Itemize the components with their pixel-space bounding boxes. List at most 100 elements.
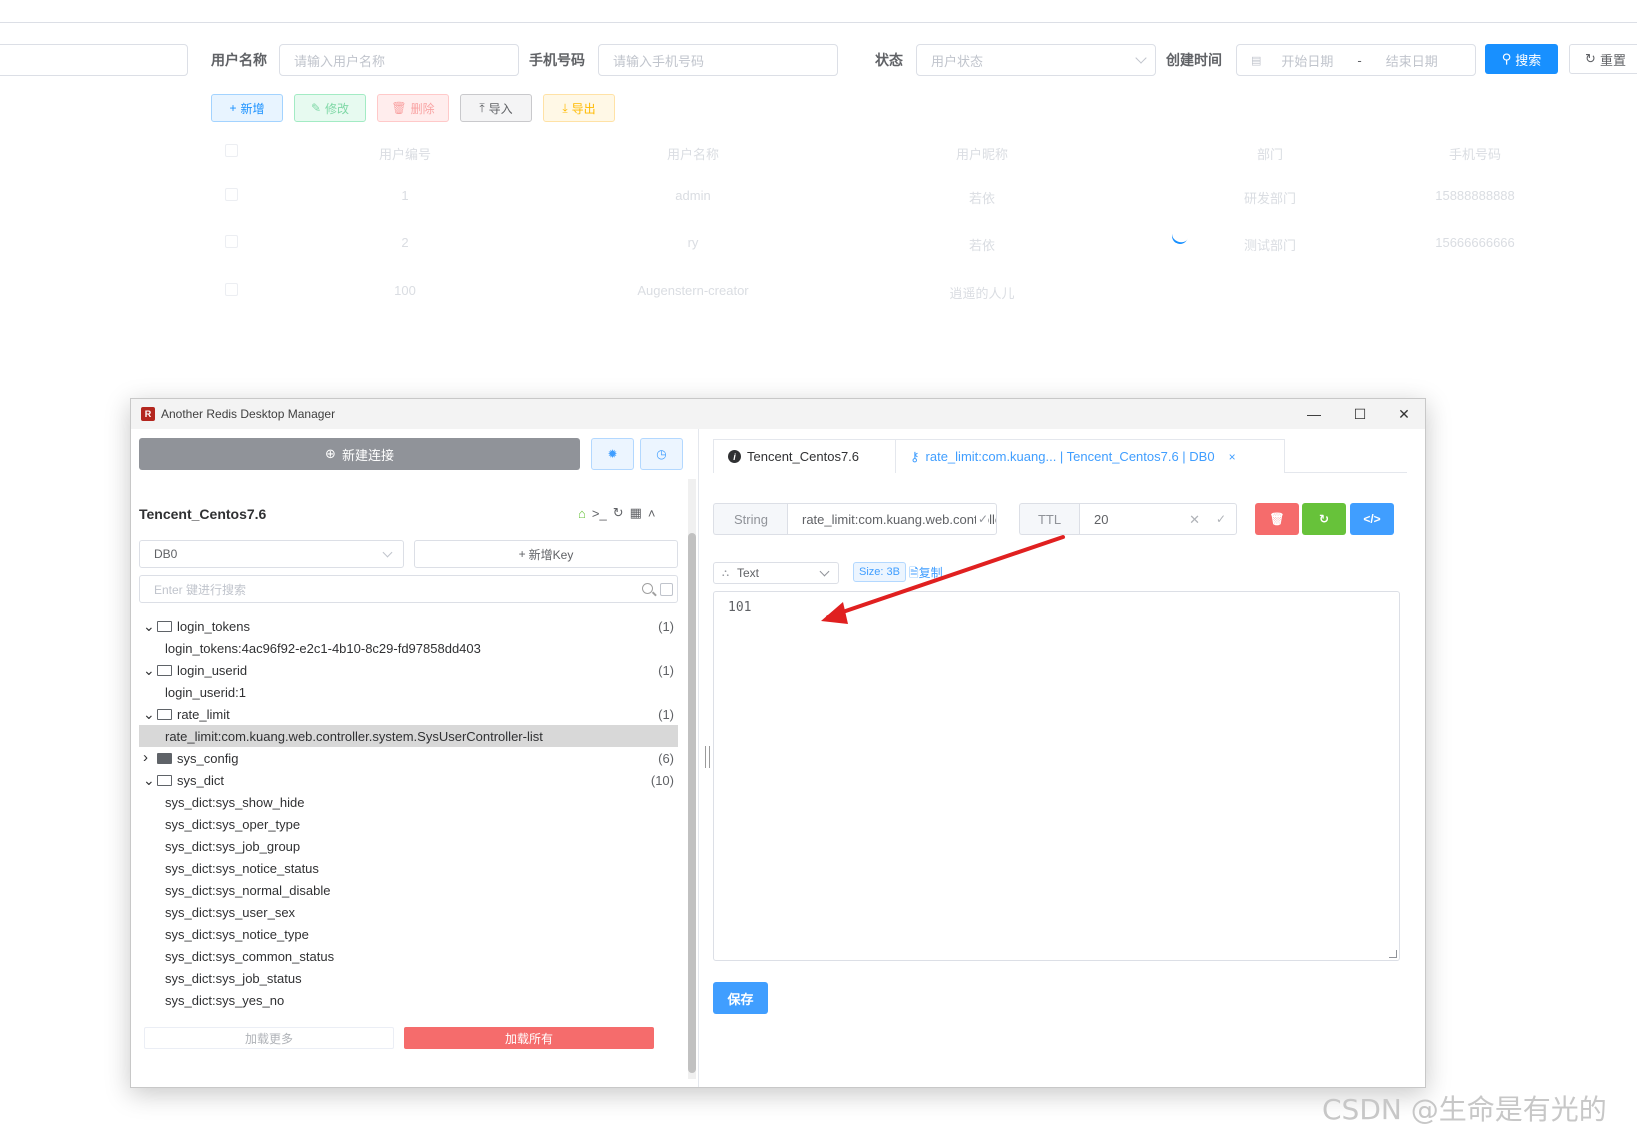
edit-button[interactable]: ✎ 修改	[294, 94, 366, 122]
tab-key-detail[interactable]: ⚷ rate_limit:com.kuang... | Tencent_Cent…	[895, 439, 1285, 473]
tree-key[interactable]: rate_limit:com.kuang.web.controller.syst…	[139, 725, 678, 747]
status-select[interactable]: 用户状态	[916, 44, 1156, 76]
title-bar[interactable]: R Another Redis Desktop Manager — ☐ ✕	[131, 399, 1425, 429]
save-button[interactable]: 保存	[713, 982, 768, 1014]
date-start-placeholder: 开始日期	[1281, 53, 1334, 69]
status-label-wrap: 状态	[875, 44, 903, 76]
dump-command-button[interactable]: </>	[1350, 503, 1394, 535]
trash-icon: 🗑	[1269, 512, 1285, 526]
row-checkbox[interactable]	[225, 235, 238, 248]
row-checkbox[interactable]	[225, 188, 238, 201]
row-checkbox[interactable]	[225, 283, 238, 296]
tree-key[interactable]: sys_dict:sys_notice_status	[139, 857, 678, 879]
folder-icon	[157, 752, 172, 764]
check-icon[interactable]: ✓	[975, 512, 988, 526]
tree-key[interactable]: sys_dict:sys_yes_no	[139, 989, 678, 1011]
add-button[interactable]: + 新增	[211, 94, 283, 122]
leading-input[interactable]	[0, 44, 188, 76]
watermark: CSDN @生命是有光的	[1322, 1093, 1607, 1126]
select-all-checkbox[interactable]	[225, 144, 238, 157]
chevron-right-icon[interactable]: ›	[143, 750, 155, 765]
chevron-down-icon[interactable]: ⌄	[143, 619, 155, 633]
resize-grip-icon[interactable]	[1389, 950, 1397, 958]
home-icon[interactable]: ⌂	[578, 506, 586, 521]
document-icon: 🗎	[909, 566, 919, 580]
scrollbar-thumb[interactable]	[688, 533, 696, 1073]
left-scrollbar[interactable]	[688, 479, 696, 1079]
tree-label: sys_dict:sys_job_group	[165, 838, 301, 854]
status-label: 状态	[875, 52, 903, 68]
tree-key[interactable]: login_tokens:4ac96f92-e2c1-4b10-8c29-fd9…	[139, 637, 678, 659]
app-logo-icon: R	[141, 407, 155, 421]
tree-key[interactable]: sys_dict:sys_common_status	[139, 945, 678, 967]
chevron-down-icon[interactable]: ⌄	[143, 663, 155, 677]
new-connection-label: 新建连接	[341, 447, 394, 463]
key-name-input[interactable]: rate_limit:com.kuang.web.controller.syst…	[787, 503, 997, 535]
tree-folder[interactable]: ⌄ sys_dict (10)	[139, 769, 678, 791]
check-icon[interactable]: ✓	[1216, 512, 1226, 526]
tree-folder[interactable]: ⌄ login_tokens (1)	[139, 615, 678, 637]
tab-connection-info[interactable]: i Tencent_Centos7.6	[713, 439, 896, 473]
tree-folder[interactable]: › sys_config (6)	[139, 747, 678, 769]
close-icon[interactable]: ✕	[1381, 399, 1425, 429]
tree-label: sys_dict:sys_notice_status	[165, 860, 319, 876]
terminal-icon[interactable]: >_	[592, 506, 607, 521]
tree-key[interactable]: login_userid:1	[139, 681, 678, 703]
tree-label: sys_dict:sys_common_status	[165, 948, 335, 964]
history-button[interactable]: ◷	[640, 438, 683, 470]
add-key-button[interactable]: + 新增Key	[414, 540, 678, 568]
clear-icon[interactable]: ✕	[1189, 512, 1200, 528]
close-icon[interactable]: ×	[1229, 450, 1236, 464]
minimize-icon[interactable]: —	[1291, 399, 1337, 429]
date-range-picker[interactable]: ▤ 开始日期 - 结束日期	[1236, 44, 1476, 76]
ttl-badge: TTL	[1019, 503, 1079, 535]
load-more-button[interactable]: 加载更多	[144, 1027, 394, 1049]
reset-button[interactable]: ↻ 重置	[1569, 44, 1637, 74]
delete-key-button[interactable]: 🗑	[1255, 503, 1299, 535]
chevron-down-icon[interactable]: ⌄	[143, 773, 155, 787]
phone-input[interactable]: 请输入手机号码	[598, 44, 838, 76]
format-select[interactable]: ⛬ Text	[713, 562, 839, 584]
maximize-icon[interactable]: ☐	[1337, 399, 1383, 429]
tree-key[interactable]: sys_dict:sys_show_hide	[139, 791, 678, 813]
tree-folder[interactable]: ⌄ login_userid (1)	[139, 659, 678, 681]
refresh-icon[interactable]: ↻	[613, 505, 624, 521]
phone-label-wrap: 手机号码	[529, 44, 585, 76]
db-selected-value: DB0	[154, 547, 178, 561]
refresh-key-button[interactable]: ↻	[1302, 503, 1346, 535]
redis-manager-window: R Another Redis Desktop Manager — ☐ ✕ ⊕ …	[130, 398, 1426, 1088]
tree-key[interactable]: sys_dict:sys_normal_disable	[139, 879, 678, 901]
tree-folder[interactable]: ⌄ rate_limit (1)	[139, 703, 678, 725]
tree-label: sys_dict:sys_yes_no	[165, 992, 285, 1008]
chevron-down-icon[interactable]: ⌄	[143, 707, 155, 721]
tree-key[interactable]: sys_dict:sys_job_group	[139, 835, 678, 857]
exact-match-checkbox[interactable]	[660, 583, 673, 596]
import-button[interactable]: ⤒ 导入	[460, 94, 532, 122]
resize-handle[interactable]	[705, 746, 710, 768]
tree-key[interactable]: sys_dict:sys_job_status	[139, 967, 678, 989]
grid-icon[interactable]: ▦	[630, 505, 642, 521]
tree-key[interactable]: sys_dict:sys_user_sex	[139, 901, 678, 923]
ttl-input[interactable]: 20 ✕ ✓	[1079, 503, 1237, 535]
copy-label: 复制	[918, 566, 943, 580]
new-connection-button[interactable]: ⊕ 新建连接	[139, 438, 580, 470]
tree-label: sys_config	[177, 750, 239, 766]
key-search-input[interactable]: Enter 键进行搜索	[139, 575, 678, 603]
settings-button[interactable]: ✹	[591, 438, 634, 470]
chevron-up-icon[interactable]: ˄	[648, 506, 656, 521]
copy-button[interactable]: 🗎复制	[909, 564, 943, 585]
value-editor[interactable]: 101	[713, 591, 1400, 961]
table-cell: admin	[675, 188, 711, 203]
username-input[interactable]: 请输入用户名称	[279, 44, 519, 76]
tree-label: sys_dict:sys_job_status	[165, 970, 302, 986]
delete-button[interactable]: 🗑 删除	[377, 94, 449, 122]
refresh-icon: ↻	[1318, 512, 1330, 526]
tree-label: login_userid	[177, 662, 248, 678]
load-all-button[interactable]: 加载所有	[404, 1027, 654, 1049]
search-button[interactable]: ⚲ 搜索	[1485, 44, 1558, 74]
db-select[interactable]: DB0	[139, 540, 404, 568]
tree-key[interactable]: sys_dict:sys_oper_type	[139, 813, 678, 835]
info-icon: i	[728, 450, 741, 463]
tree-key[interactable]: sys_dict:sys_notice_type	[139, 923, 678, 945]
export-button[interactable]: ⤓ 导出	[543, 94, 615, 122]
